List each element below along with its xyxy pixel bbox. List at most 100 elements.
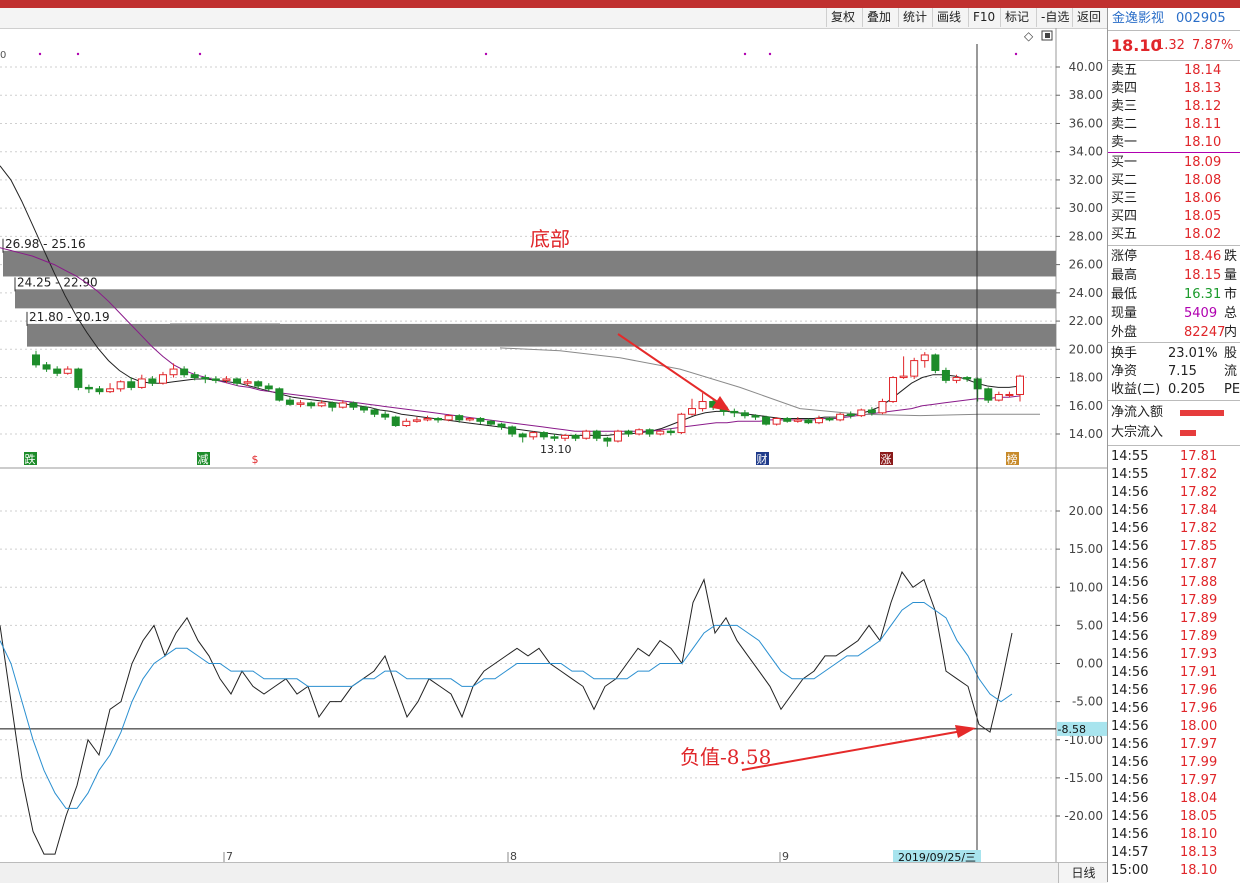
candle-body — [994, 393, 1003, 401]
tick-price: 17.87 — [1180, 557, 1218, 572]
price-tick-label: 22.00 — [1069, 314, 1103, 328]
candle-body — [561, 434, 570, 439]
draw-line-button[interactable]: 画线 — [932, 8, 965, 27]
annotation-arrow — [741, 730, 963, 771]
candle-body — [857, 409, 866, 417]
bid-level: 买三 18.06 — [1108, 190, 1240, 208]
candle-body — [360, 406, 368, 411]
stat-label: 最高 — [1111, 268, 1138, 283]
tick-price: 17.99 — [1180, 755, 1218, 770]
event-tag: $ — [252, 453, 259, 466]
f10-button[interactable]: F10 — [968, 8, 999, 27]
ask-price: 18.14 — [1184, 63, 1222, 78]
price-tick-label: 18.00 — [1069, 371, 1103, 385]
tick-row: 14:56 17.93 — [1108, 646, 1240, 664]
candle-body — [53, 368, 62, 374]
tick-price: 17.96 — [1180, 701, 1218, 716]
candle-body — [455, 415, 464, 421]
candle-body — [476, 417, 485, 422]
tick-time: 14:56 — [1111, 521, 1149, 536]
tick-row: 14:56 18.10 — [1108, 826, 1240, 844]
tick-row: 14:57 18.13 — [1108, 844, 1240, 862]
statistics-button[interactable]: 统计 — [898, 8, 931, 27]
candle-body — [867, 409, 876, 414]
tick-time: 14:56 — [1111, 737, 1149, 752]
tick-price: 18.05 — [1180, 809, 1218, 824]
stat-tail: PE — [1224, 382, 1240, 397]
candle-body — [434, 417, 443, 421]
flow-row: 大宗流入 — [1108, 424, 1240, 442]
diamond-icon[interactable]: ◇ — [1024, 29, 1034, 43]
tick-time: 14:56 — [1111, 827, 1149, 842]
annotation-negative: 负值-8.58 — [680, 745, 771, 769]
candle-body — [370, 409, 379, 415]
tick-row: 14:56 17.96 — [1108, 700, 1240, 718]
candle-body — [84, 386, 93, 390]
tick-time: 14:56 — [1111, 593, 1149, 608]
support-zones: 26.98 - 25.1624.25 - 22.9021.80 - 20.19 — [2, 237, 1056, 347]
candle-body — [688, 408, 696, 415]
candle-body — [518, 433, 527, 438]
candle-body — [116, 381, 125, 390]
candle-body — [645, 429, 654, 435]
event-tag: 减 — [198, 453, 209, 466]
price-tick-label: 32.00 — [1069, 173, 1103, 187]
daily-period-button[interactable]: 日线 — [1058, 862, 1108, 883]
remove-watchlist-button[interactable]: -自选 — [1036, 8, 1073, 27]
overlay-button[interactable]: 叠加 — [862, 8, 895, 27]
annotation-arrowhead — [955, 725, 976, 738]
bid-label: 买四 — [1111, 209, 1138, 224]
candle-body — [825, 417, 834, 421]
candle-body — [984, 388, 993, 401]
candle-body — [529, 432, 538, 438]
candle-body — [772, 417, 781, 425]
signal-dot — [76, 52, 80, 56]
stat-tail: 股 — [1224, 346, 1238, 361]
support-zone — [27, 323, 1056, 347]
candle-body — [328, 402, 337, 408]
price-tick-label: 30.00 — [1069, 201, 1103, 215]
price-change: 1.32 — [1156, 38, 1185, 53]
back-button[interactable]: 返回 — [1072, 8, 1105, 27]
tick-time: 14:56 — [1111, 539, 1149, 554]
stat-value: 7.15 — [1168, 364, 1197, 379]
price-tick-label: 14.00 — [1069, 427, 1103, 441]
tick-row: 14:56 17.99 — [1108, 754, 1240, 772]
tick-row: 14:56 17.89 — [1108, 592, 1240, 610]
last-price: 18.10 — [1111, 36, 1162, 55]
bid-level: 买二 18.08 — [1108, 172, 1240, 190]
tick-row: 14:55 17.81 — [1108, 448, 1240, 466]
candle-body — [391, 416, 400, 427]
chart-toolbar: 复权 叠加 统计 画线 F10 标记 -自选 返回 — [0, 8, 1107, 29]
candle-body — [910, 360, 919, 377]
candle-body — [751, 415, 760, 418]
candle-body — [941, 369, 950, 381]
tick-row: 15:00 18.10 — [1108, 862, 1240, 880]
stat-value: 5409 — [1184, 306, 1218, 321]
price-tick-label: 36.00 — [1069, 116, 1103, 130]
candle-body — [465, 417, 474, 421]
restore-rights-button[interactable]: 复权 — [826, 8, 859, 27]
kline-chart[interactable]: 26.98 - 25.1624.25 - 22.9021.80 - 20.19 … — [0, 28, 1107, 862]
candlesticks — [32, 350, 1024, 447]
event-tag: 榜 — [1007, 452, 1018, 466]
candle-body — [95, 388, 104, 393]
candle-body — [148, 378, 157, 384]
stat-label: 收益(二) — [1111, 382, 1161, 397]
tick-time: 14:56 — [1111, 719, 1149, 734]
candle-body — [285, 399, 294, 405]
candle-body — [497, 423, 506, 428]
mark-button[interactable]: 标记 — [1000, 8, 1033, 27]
osc-tick-label: 20.00 — [1069, 504, 1103, 518]
candle-body — [486, 420, 495, 425]
tick-price: 17.84 — [1180, 503, 1218, 518]
divider — [1108, 342, 1240, 343]
stat-row: 最低 16.31 市 — [1108, 286, 1240, 304]
tick-time: 14:56 — [1111, 629, 1149, 644]
candle-body — [106, 388, 115, 393]
candle-body — [264, 385, 273, 390]
candle-body — [804, 419, 813, 424]
ask-price: 18.10 — [1184, 135, 1222, 150]
tick-time: 14:56 — [1111, 611, 1149, 626]
candle-body — [698, 401, 707, 410]
